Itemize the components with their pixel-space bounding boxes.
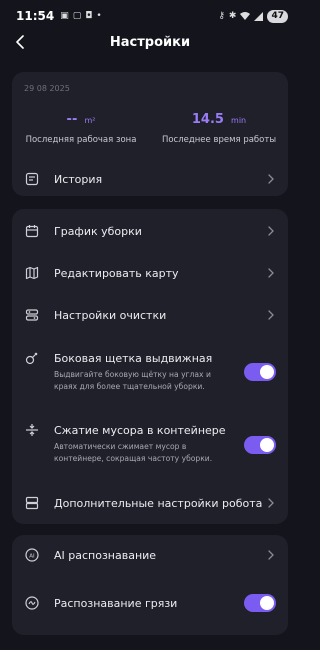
header: Настройки	[0, 30, 300, 54]
ai-icon: AI	[24, 547, 40, 563]
side-brush-toggle[interactable]	[244, 363, 276, 381]
status-notification-icons: ▣ ▢ ◘ •	[60, 11, 101, 21]
back-button[interactable]	[10, 32, 30, 52]
summary-card: 29 08 2025 -- m² Последняя рабочая зона …	[12, 72, 288, 196]
status-time: 11:54	[16, 9, 55, 23]
chevron-right-icon	[266, 174, 276, 184]
signal-icon	[254, 11, 264, 21]
vibrate-icon: ✱	[228, 11, 237, 21]
last-time-stat: 14.5 min Последнее время работы	[150, 108, 288, 145]
chevron-right-icon	[266, 310, 276, 320]
robot-settings-icon	[24, 495, 40, 511]
schedule-label: График уборки	[54, 224, 142, 238]
chevron-right-icon	[266, 498, 276, 508]
ai-recognition-row[interactable]: AI AI распознавание	[12, 537, 288, 573]
edit-map-label: Редактировать карту	[54, 266, 179, 280]
edit-map-row[interactable]: Редактировать карту	[12, 255, 288, 291]
status-bar: 11:54 ▣ ▢ ◘ • ⚷ ✱ 47	[0, 0, 300, 32]
svg-text:AI: AI	[29, 553, 35, 559]
side-brush-icon	[24, 350, 40, 366]
toggle-knob	[260, 596, 274, 610]
last-time-value: 14.5	[191, 112, 224, 127]
dirt-recognition-label: Распознавание грязи	[54, 596, 178, 610]
last-area-value: --	[66, 112, 78, 127]
dirt-recognition-toggle[interactable]	[244, 594, 276, 612]
last-area-label: Последняя рабочая зона	[25, 135, 137, 145]
status-system-icons: ⚷ ✱ 47	[218, 9, 288, 23]
dot-icon: •	[96, 11, 102, 21]
ai-recognition-label: AI распознавание	[54, 548, 157, 562]
dirt-detection-icon	[24, 595, 40, 611]
settings-card: График уборки Редактировать карту Настро…	[12, 209, 288, 524]
battery-indicator: 47	[267, 9, 288, 23]
advanced-settings-label: Дополнительные настройки робота	[54, 496, 263, 510]
notification-icon: ◘	[85, 11, 93, 21]
last-area-stat: -- m² Последняя рабочая зона	[12, 108, 150, 145]
wifi-icon	[240, 11, 251, 21]
chevron-right-icon	[266, 226, 276, 236]
side-brush-description: Выдвигайте боковую щётку на углах и края…	[54, 370, 211, 391]
cleaning-settings-label: Настройки очистки	[54, 308, 167, 322]
summary-date: 29 08 2025	[24, 84, 70, 93]
schedule-row[interactable]: График уборки	[12, 213, 288, 249]
cleaning-settings-row[interactable]: Настройки очистки	[12, 297, 288, 333]
compression-label: Сжатие мусора в контейнере	[54, 423, 226, 437]
last-area-unit: m²	[84, 116, 96, 125]
chevron-right-icon	[266, 268, 276, 278]
history-row[interactable]: История	[12, 161, 288, 197]
map-icon	[24, 265, 40, 281]
sliders-icon	[24, 307, 40, 323]
calendar-icon	[24, 223, 40, 239]
compression-toggle[interactable]	[244, 436, 276, 454]
chevron-left-icon	[16, 35, 24, 49]
key-icon: ⚷	[218, 11, 225, 21]
notification-icon: ▣	[60, 11, 69, 21]
last-time-unit: min	[231, 116, 247, 125]
page-title: Настройки	[109, 34, 191, 50]
advanced-settings-row[interactable]: Дополнительные настройки робота	[12, 485, 288, 521]
toggle-knob	[260, 365, 274, 379]
notification-icon: ▢	[72, 11, 82, 21]
chevron-right-icon	[266, 550, 276, 560]
history-icon	[24, 171, 40, 187]
compression-description: Автоматически сжимает мусор в контейнере…	[54, 442, 213, 463]
history-label: История	[54, 172, 103, 186]
compress-icon	[24, 422, 40, 438]
side-brush-label: Боковая щетка выдвижная	[54, 351, 213, 365]
last-time-label: Последнее время работы	[161, 135, 277, 145]
toggle-knob	[260, 438, 274, 452]
ai-card: AI AI распознавание Распознавание грязи	[12, 535, 288, 635]
